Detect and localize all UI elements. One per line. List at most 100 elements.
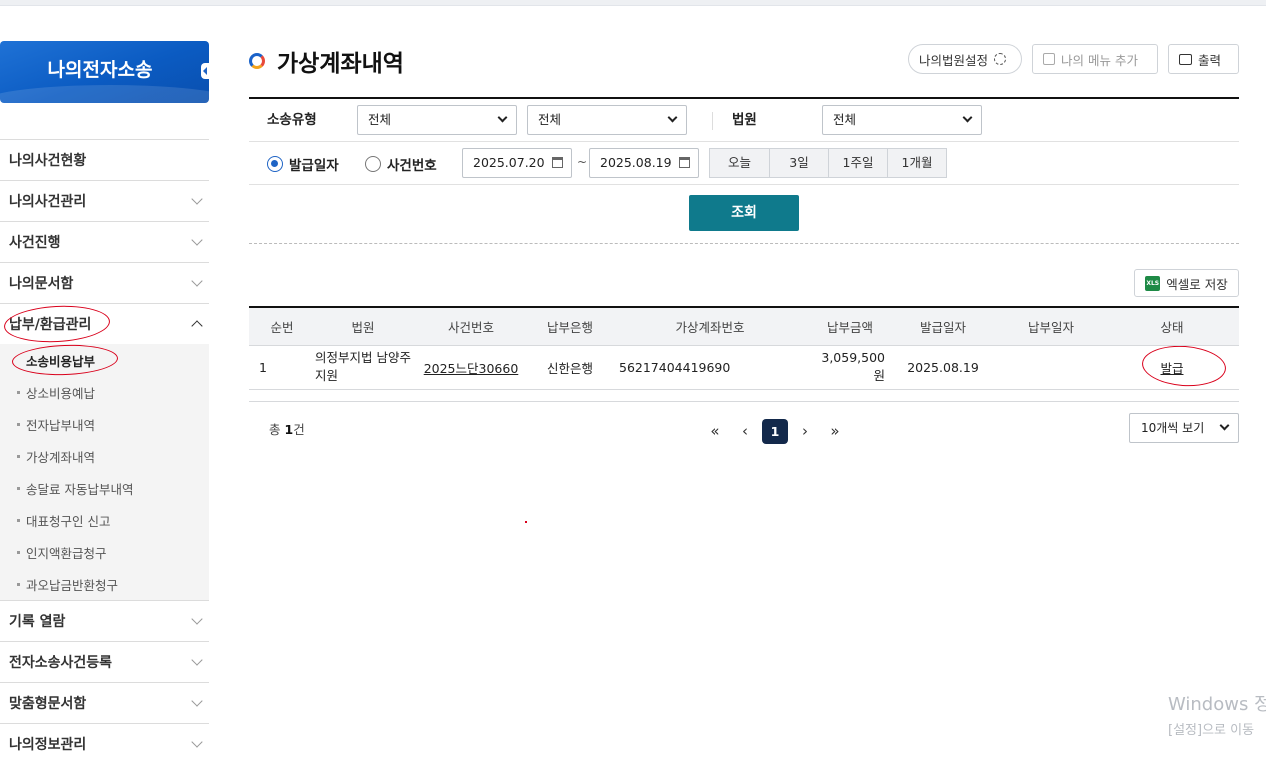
radio-label: 사건번호 xyxy=(387,158,437,174)
watermark-line1: Windows 정 xyxy=(1168,694,1266,715)
sidebar-item-case-progress[interactable]: 사건진행 xyxy=(0,221,209,262)
period-1week-button[interactable]: 1주일 xyxy=(828,149,887,177)
sidebar-submenu: 소송비용납부 상소비용예납 전자납부내역 가상계좌내역 송달료 자동납부내역 대… xyxy=(0,344,209,600)
sidebar-item-case-registration[interactable]: 전자소송사건등록 xyxy=(0,641,209,682)
bullet-icon xyxy=(17,454,20,458)
column-header: 발급일자 xyxy=(889,307,997,346)
sidebar-item-label: 나의정보관리 xyxy=(9,737,87,753)
submenu-item-label: 소송비용납부 xyxy=(26,353,96,369)
windows-activation-watermark: Windows 정 [설정]으로 이동 xyxy=(1168,690,1266,738)
period-3days-button[interactable]: 3일 xyxy=(769,149,828,177)
sidebar-item-label: 기록 열람 xyxy=(9,614,66,630)
search-button[interactable]: 조회 xyxy=(689,195,799,231)
divider xyxy=(712,112,713,130)
submenu-item-label: 가상계좌내역 xyxy=(26,449,96,465)
select-value: 10개씩 보기 xyxy=(1141,421,1205,435)
sidebar-item-label: 나의사건현황 xyxy=(9,153,87,169)
next-page-icon[interactable]: › xyxy=(790,419,820,444)
select-value: 전체 xyxy=(538,112,562,127)
column-header: 사건번호 xyxy=(411,307,531,346)
sidebar-item-record-view[interactable]: 기록 열람 xyxy=(0,600,209,641)
case-type-select-2[interactable]: 전체 xyxy=(527,105,687,135)
result-table: 순번 법원 사건번호 납부은행 가상계좌번호 납부금액 발급일자 납부일자 상태… xyxy=(249,306,1239,390)
cell-court: 의정부지법 남양주지원 xyxy=(315,345,411,390)
chevron-down-icon xyxy=(191,234,203,246)
submenu-item-label: 송달료 자동납부내역 xyxy=(26,481,134,497)
radio-issue-date[interactable]: 발급일자 xyxy=(267,154,339,174)
submenu-item-appeal-fee[interactable]: 상소비용예납 xyxy=(0,376,209,408)
sidebar-item-payment-refund[interactable]: 납부/환급관리 xyxy=(0,303,209,344)
case-number-link[interactable]: 2025느단30660 xyxy=(424,361,519,376)
date-value: 2025.07.20 xyxy=(473,155,545,170)
submenu-item-overpayment-refund[interactable]: 과오납금반환청구 xyxy=(0,568,209,600)
sidebar-item-case-status[interactable]: 나의사건현황 xyxy=(0,139,209,180)
prev-page-icon[interactable]: ‹ xyxy=(730,419,760,444)
radio-case-number[interactable]: 사건번호 xyxy=(365,154,437,174)
case-type-label: 소송유형 xyxy=(267,112,317,128)
date-separator: ~ xyxy=(577,155,588,169)
date-value: 2025.08.19 xyxy=(600,155,672,170)
cell-issue-date: 2025.08.19 xyxy=(889,345,997,390)
bullet-icon xyxy=(17,518,20,522)
sidebar-header: 나의전자소송 xyxy=(0,41,209,103)
add-menu-button[interactable]: 나의 메뉴 추가 xyxy=(1032,44,1158,74)
sidebar-item-label: 전자소송사건등록 xyxy=(9,655,113,671)
submenu-item-auto-payment[interactable]: 송달료 자동납부내역 xyxy=(0,472,209,504)
period-1month-button[interactable]: 1개월 xyxy=(887,149,946,177)
current-page-button[interactable]: 1 xyxy=(762,419,788,444)
bullet-icon xyxy=(17,422,20,426)
cell-bank: 신한은행 xyxy=(531,345,609,390)
chevron-down-icon xyxy=(191,695,203,707)
excel-export-button[interactable]: XLS 엑셀로 저장 xyxy=(1134,269,1239,297)
column-header: 납부일자 xyxy=(997,307,1105,346)
radio-checked-icon xyxy=(267,156,283,172)
submenu-item-label: 상소비용예납 xyxy=(26,385,96,401)
page-header: 가상계좌내역 xyxy=(249,44,404,78)
divider xyxy=(249,401,1239,402)
submenu-item-label: 대표청구인 신고 xyxy=(26,513,111,529)
sidebar-item-case-management[interactable]: 나의사건관리 xyxy=(0,180,209,221)
bullet-icon xyxy=(17,582,20,586)
date-to-input[interactable]: 2025.08.19 xyxy=(589,148,699,178)
print-button[interactable]: 출력 xyxy=(1168,44,1239,74)
submenu-item-representative[interactable]: 대표청구인 신고 xyxy=(0,504,209,536)
status-link[interactable]: 발급 xyxy=(1160,361,1183,376)
cell-case-number: 2025느단30660 xyxy=(411,345,531,390)
top-bar xyxy=(0,0,1266,6)
column-header: 순번 xyxy=(249,307,315,346)
column-header: 가상계좌번호 xyxy=(609,307,811,346)
print-label: 출력 xyxy=(1198,52,1222,68)
court-settings-button[interactable]: 나의법원설정 xyxy=(908,44,1022,74)
cell-pay-date xyxy=(997,345,1105,390)
sidebar-item-my-info[interactable]: 나의정보관리 xyxy=(0,723,209,763)
submenu-item-virtual-account[interactable]: 가상계좌내역 xyxy=(0,440,209,472)
sidebar-item-label: 나의문서함 xyxy=(9,276,74,292)
date-from-input[interactable]: 2025.07.20 xyxy=(462,148,572,178)
chevron-down-icon xyxy=(962,112,973,123)
chevron-down-icon xyxy=(191,654,203,666)
last-page-icon[interactable]: » xyxy=(820,419,850,444)
search-panel: 소송유형 전체 전체 법원 전체 발급일자 사건번호 2025.07.20 ~ xyxy=(249,97,1239,185)
submenu-item-e-payment[interactable]: 전자납부내역 xyxy=(0,408,209,440)
total-count: 총 1건 xyxy=(269,419,305,438)
excel-icon: XLS xyxy=(1145,275,1161,291)
bullet-icon xyxy=(17,550,20,554)
sidebar-item-custom-documents[interactable]: 맞춤형문서함 xyxy=(0,682,209,723)
first-page-icon[interactable]: « xyxy=(700,419,730,444)
chevron-down-icon xyxy=(191,275,203,287)
period-today-button[interactable]: 오늘 xyxy=(710,149,769,177)
sidebar-item-documents[interactable]: 나의문서함 xyxy=(0,262,209,303)
sidebar-collapse-icon[interactable] xyxy=(201,63,209,79)
chevron-down-icon xyxy=(191,613,203,625)
case-type-select-1[interactable]: 전체 xyxy=(357,105,517,135)
calendar-icon[interactable] xyxy=(552,157,563,168)
sidebar-item-label: 나의사건관리 xyxy=(9,194,87,210)
submenu-item-stamp-refund[interactable]: 인지액환급청구 xyxy=(0,536,209,568)
submenu-item-litigation-fee[interactable]: 소송비용납부 xyxy=(0,344,209,376)
bullet-icon xyxy=(17,486,20,490)
calendar-icon[interactable] xyxy=(679,157,690,168)
edit-icon xyxy=(1043,53,1055,65)
select-value: 전체 xyxy=(833,112,857,127)
page-size-select[interactable]: 10개씩 보기 xyxy=(1129,413,1239,443)
court-select[interactable]: 전체 xyxy=(822,105,982,135)
